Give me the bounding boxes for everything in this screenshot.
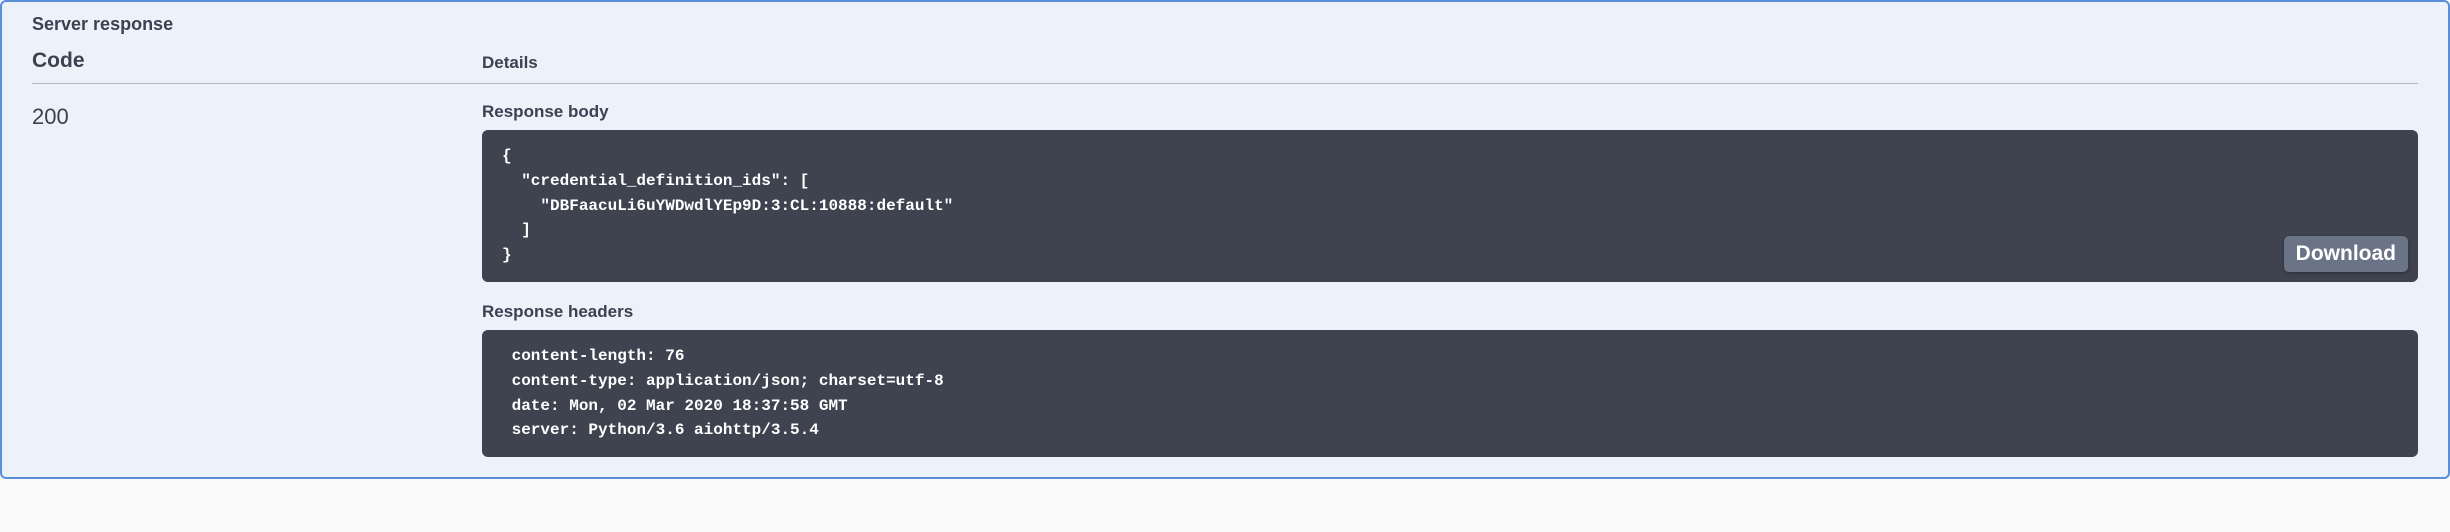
response-row: 200 Response body { "credential_definiti… xyxy=(32,102,2418,457)
response-body-content[interactable]: { "credential_definition_ids": [ "DBFaac… xyxy=(482,130,2418,282)
details-column: Response body { "credential_definition_i… xyxy=(482,102,2418,457)
column-header-details: Details xyxy=(482,53,2418,73)
column-header-row: Code Details xyxy=(32,49,2418,84)
response-body-block: { "credential_definition_ids": [ "DBFaac… xyxy=(482,130,2418,282)
response-headers-label: Response headers xyxy=(482,302,2418,322)
response-headers-content[interactable]: content-length: 76 content-type: applica… xyxy=(482,330,2418,457)
response-body-label: Response body xyxy=(482,102,2418,122)
download-button[interactable]: Download xyxy=(2284,236,2408,272)
section-title: Server response xyxy=(32,14,2418,35)
column-header-code: Code xyxy=(32,49,482,73)
server-response-panel: Server response Code Details 200 Respons… xyxy=(0,0,2450,479)
status-code: 200 xyxy=(32,102,482,130)
